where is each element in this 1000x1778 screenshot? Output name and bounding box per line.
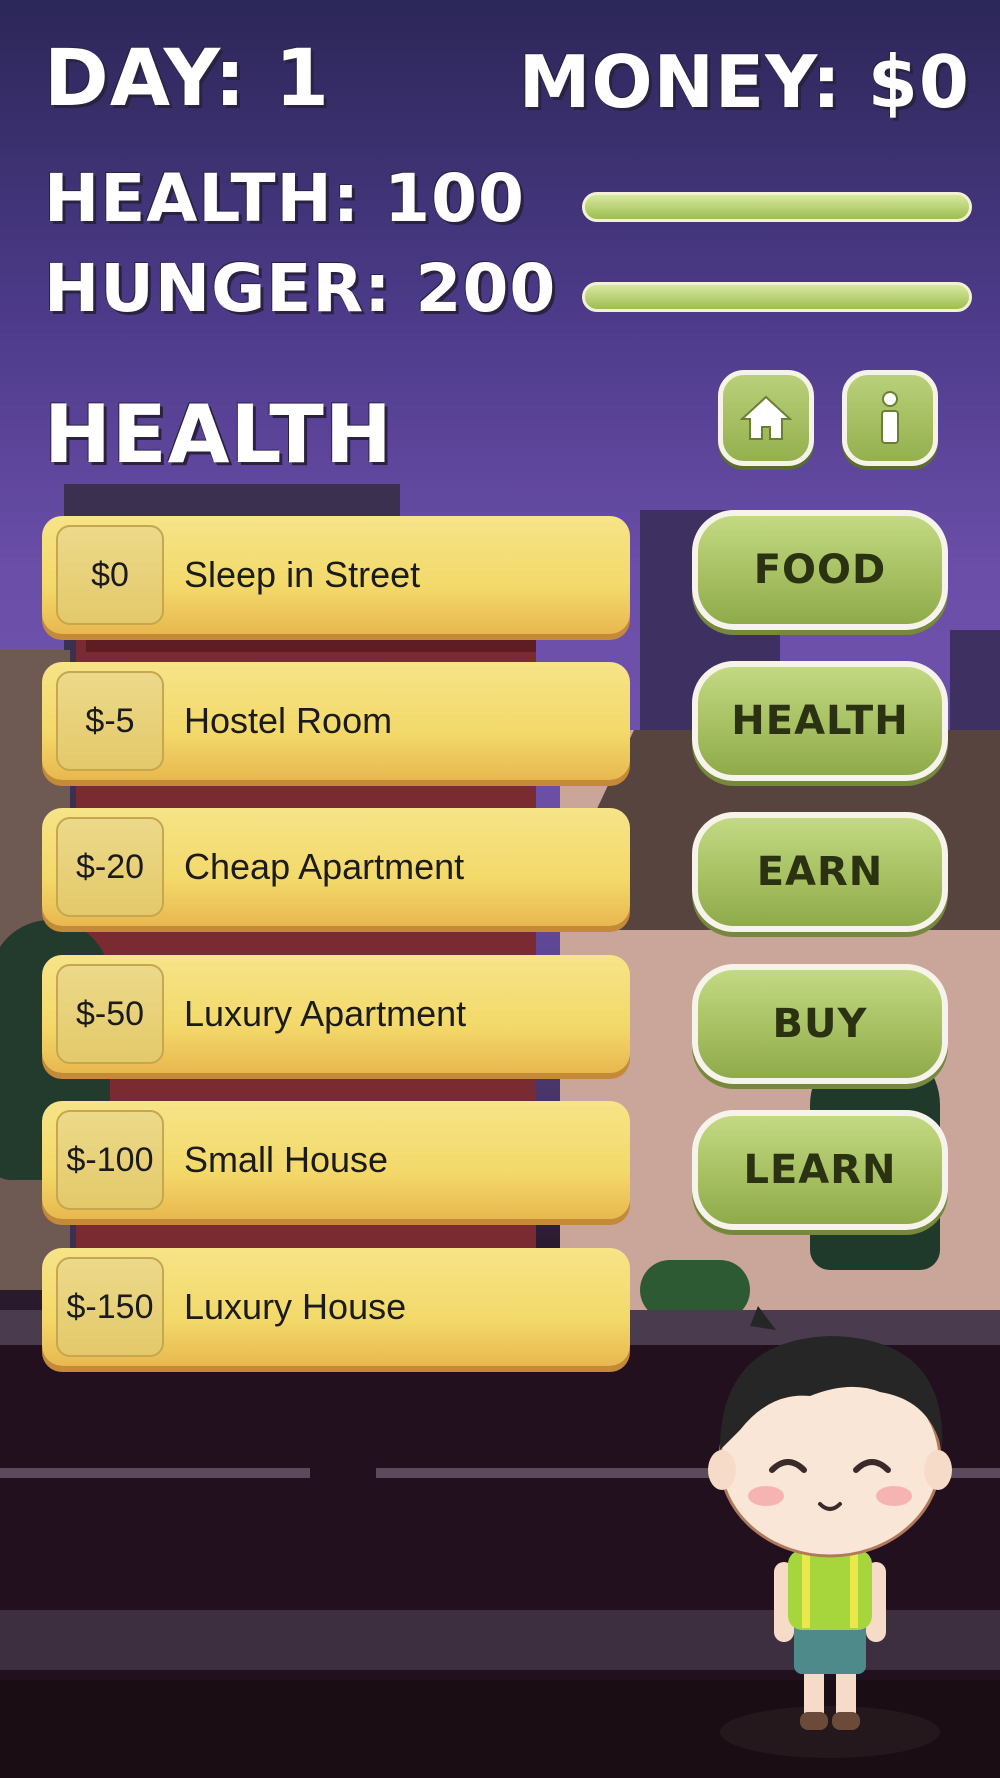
money-counter: MONEY: $0	[518, 40, 970, 124]
option-price: $-5	[56, 671, 164, 771]
hunger-stat: HUNGER: 200	[44, 250, 557, 327]
health-stat: HEALTH: 100	[44, 160, 525, 237]
hunger-bar-fill	[585, 285, 969, 309]
option-price: $-150	[56, 1257, 164, 1357]
option-sleep-in-street[interactable]: $0 Sleep in Street	[42, 516, 630, 634]
option-luxury-house[interactable]: $-150 Luxury House	[42, 1248, 630, 1366]
hunger-bar	[582, 282, 972, 312]
player-character	[708, 1306, 952, 1758]
food-button[interactable]: FOOD	[692, 510, 948, 630]
health-button[interactable]: HEALTH	[692, 661, 948, 781]
learn-button[interactable]: LEARN	[692, 1110, 948, 1230]
option-luxury-apartment[interactable]: $-50 Luxury Apartment	[42, 955, 630, 1073]
option-price: $-20	[56, 817, 164, 917]
option-label: Cheap Apartment	[184, 846, 465, 887]
info-icon	[881, 391, 899, 444]
option-label: Luxury Apartment	[184, 993, 467, 1034]
section-title: HEALTH	[44, 388, 393, 481]
option-small-house[interactable]: $-100 Small House	[42, 1101, 630, 1219]
option-price: $-100	[56, 1110, 164, 1210]
buy-button[interactable]: BUY	[692, 964, 948, 1084]
option-price: $-50	[56, 964, 164, 1064]
option-label: Hostel Room	[184, 700, 393, 741]
health-bar-fill	[585, 195, 969, 219]
option-cheap-apartment[interactable]: $-20 Cheap Apartment	[42, 808, 630, 926]
day-counter: DAY: 1	[44, 34, 330, 124]
option-label: Sleep in Street	[184, 554, 421, 595]
health-bar	[582, 192, 972, 222]
option-hostel-room[interactable]: $-5 Hostel Room	[42, 662, 630, 780]
info-button[interactable]	[842, 370, 938, 466]
game-screen: DAY: 1 MONEY: $0 HEALTH: 100 HUNGER: 200…	[0, 0, 1000, 1778]
option-label: Luxury House	[184, 1286, 407, 1327]
lane-marking	[0, 1468, 310, 1478]
option-label: Small House	[184, 1139, 389, 1180]
option-price: $0	[56, 525, 164, 625]
home-button[interactable]	[718, 370, 814, 466]
earn-button[interactable]: EARN	[692, 812, 948, 932]
home-icon	[740, 395, 792, 440]
